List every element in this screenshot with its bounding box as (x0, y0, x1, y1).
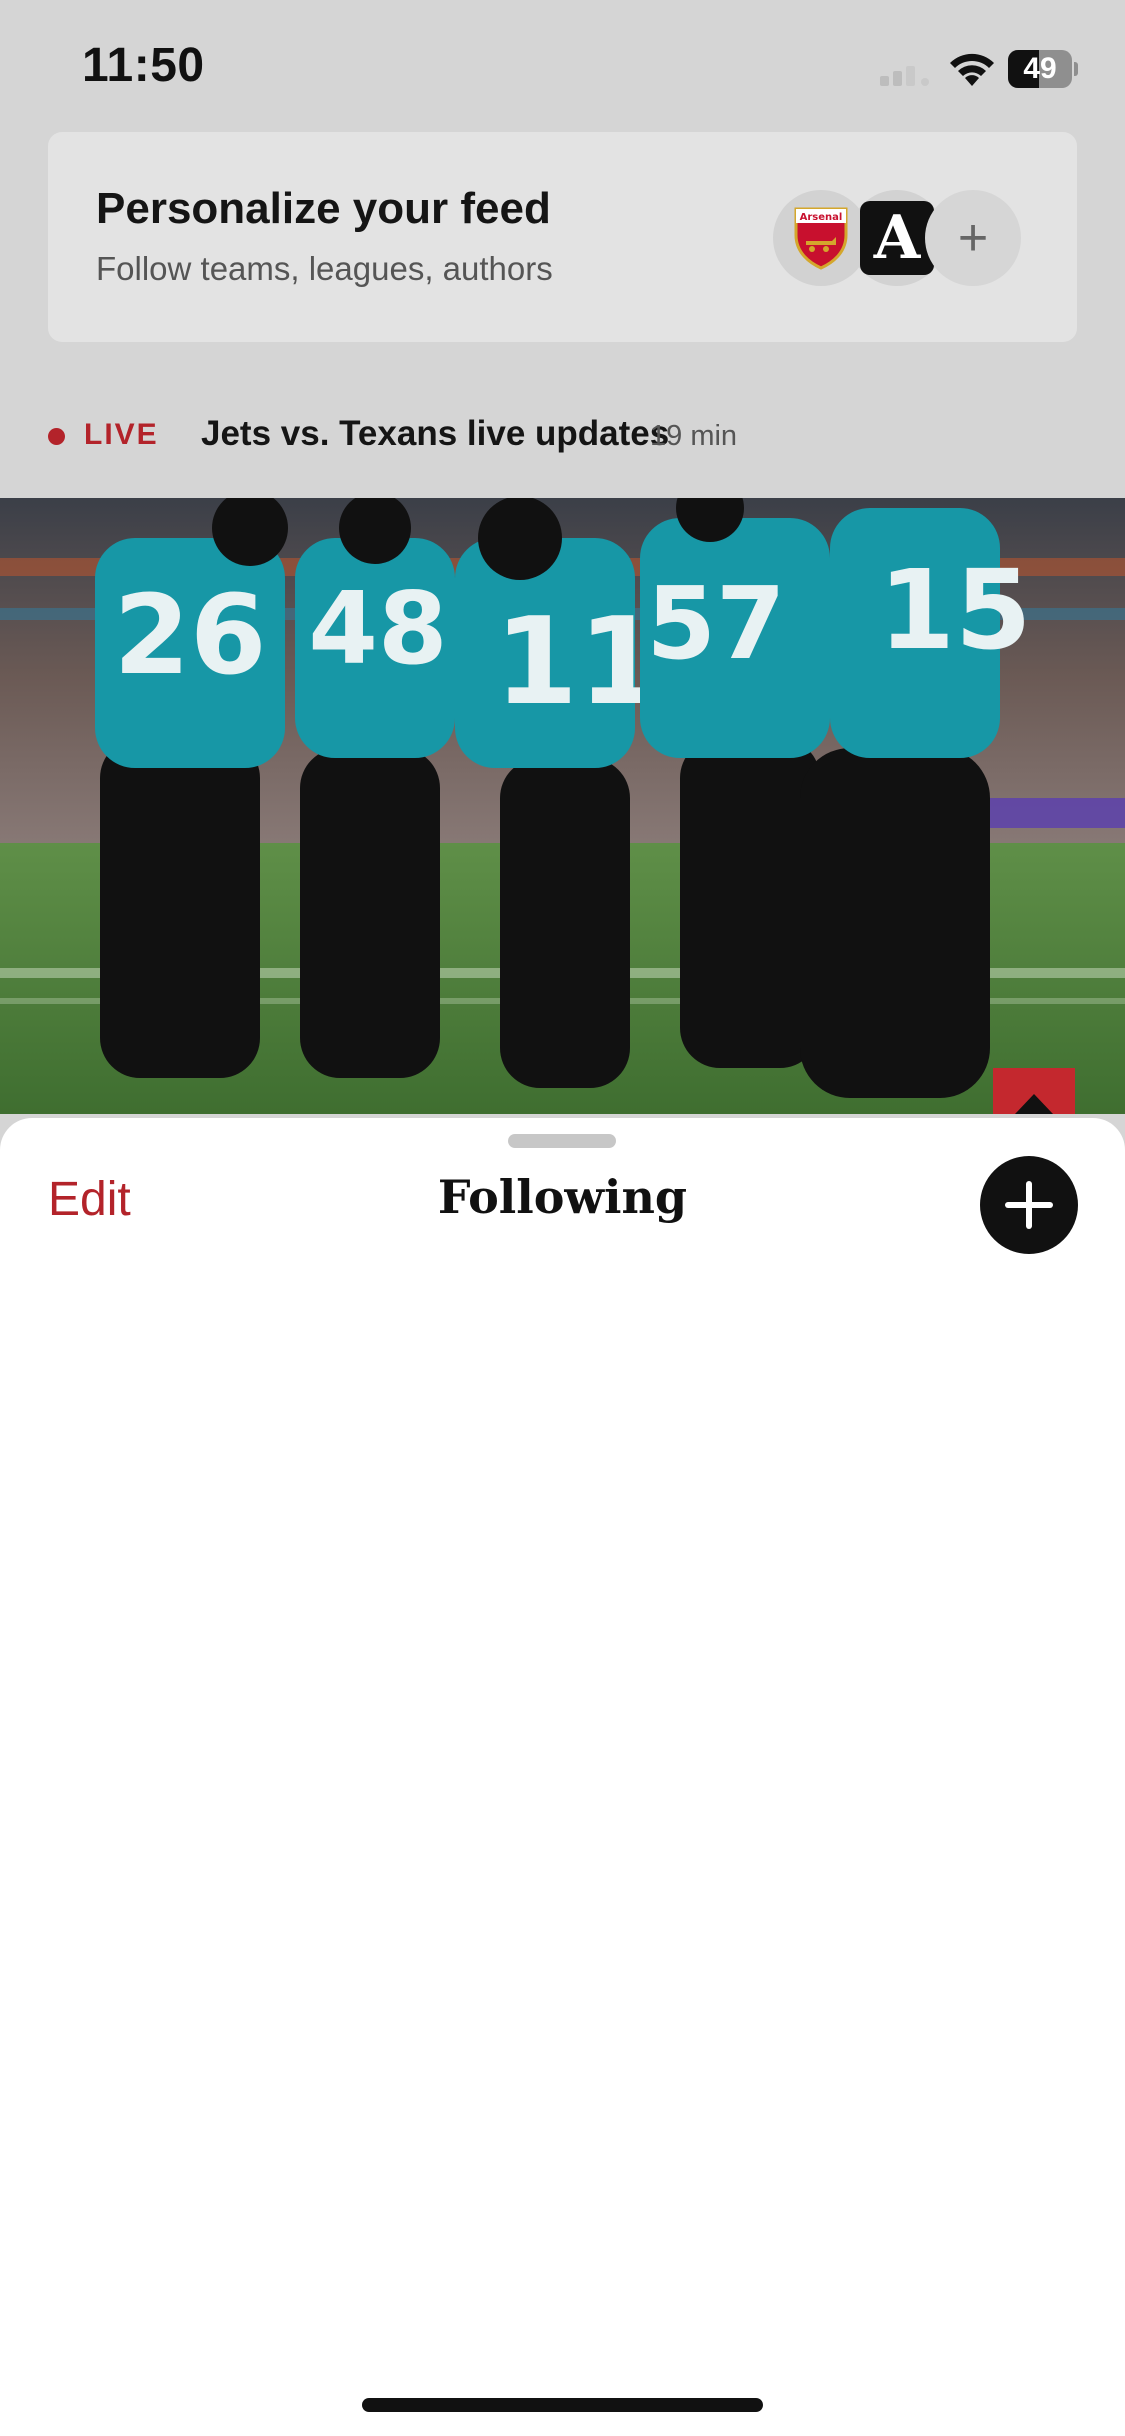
jersey-number: 57 (646, 565, 785, 682)
followed-avatars: Arsenal A + (773, 190, 1033, 286)
live-updates-row[interactable]: LIVE Jets vs. Texans live updates 19 min (0, 400, 1125, 470)
jersey-number: 15 (878, 546, 1031, 674)
sheet-grabber[interactable] (508, 1134, 616, 1148)
following-sheet: Edit Following (0, 1118, 1125, 2436)
sheet-title: Following (437, 1170, 688, 1224)
jersey-number: 26 (113, 571, 266, 699)
add-button[interactable] (980, 1156, 1078, 1254)
live-badge: LIVE (84, 418, 159, 451)
svg-text:Arsenal: Arsenal (800, 212, 843, 223)
home-indicator[interactable] (362, 2398, 763, 2412)
live-dot-icon (48, 428, 65, 445)
edit-button[interactable]: Edit (48, 1172, 131, 1227)
cellular-signal-icon (880, 66, 929, 86)
battery-level: 49 (1023, 52, 1057, 85)
live-headline: Jets vs. Texans live updates (201, 414, 670, 453)
jersey-number: 48 (308, 570, 447, 687)
football-players-celebration-image: 26 48 11 57 15 (0, 498, 1125, 1114)
live-timestamp: 19 min (650, 420, 738, 452)
personalize-subtitle: Follow teams, leagues, authors (96, 250, 553, 287)
battery-icon: 49 (1008, 50, 1078, 88)
hero-photo[interactable]: 26 48 11 57 15 (0, 498, 1125, 1114)
personalize-title: Personalize your feed (96, 184, 551, 233)
wifi-icon (950, 53, 994, 86)
jersey-number: 11 (495, 593, 662, 732)
plus-icon (1005, 1181, 1053, 1229)
plus-icon: + (957, 209, 989, 267)
status-bar: 11:50 49 (0, 0, 1125, 132)
status-time: 11:50 (82, 39, 205, 92)
personalize-feed-card[interactable]: Personalize your feed Follow teams, leag… (48, 132, 1077, 342)
add-follow-button[interactable]: + (925, 190, 1021, 286)
